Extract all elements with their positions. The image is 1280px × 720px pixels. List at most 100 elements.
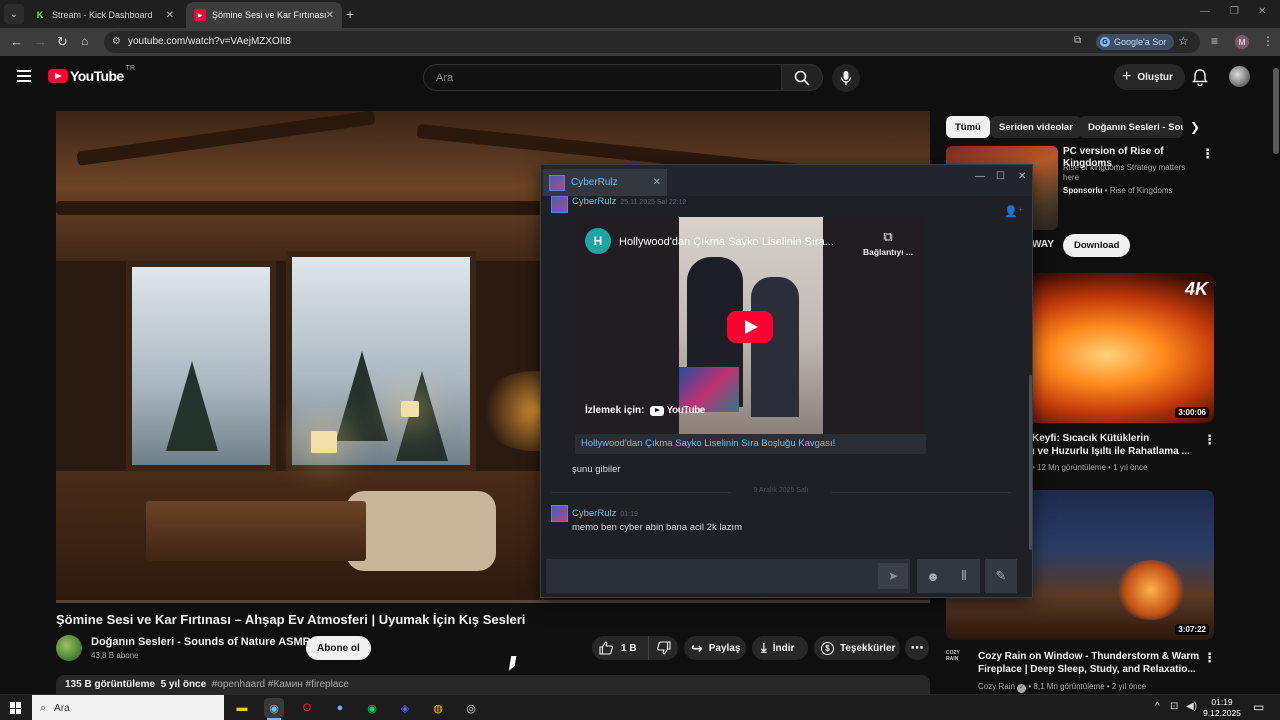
tab-search-button[interactable]: ⌄ bbox=[4, 4, 24, 24]
youtube-embed[interactable]: H Hollywood'dan Çıkma Sayko Liselinin Sı… bbox=[575, 217, 926, 454]
close-chat-tab-icon[interactable]: ✕ bbox=[653, 177, 661, 188]
taskbar-search[interactable]: ⌕ Ara bbox=[32, 695, 224, 720]
taskbar-clock[interactable]: 01:19 9.12.2025 bbox=[1198, 697, 1246, 719]
emoticon-icon[interactable]: ☻ bbox=[917, 559, 949, 593]
notifications-bell-icon[interactable] bbox=[1192, 68, 1208, 91]
profile-avatar[interactable]: M bbox=[1235, 35, 1249, 49]
channel-avatar[interactable] bbox=[56, 635, 82, 661]
close-tab-icon[interactable]: ✕ bbox=[166, 10, 174, 21]
google-lens-icon: G bbox=[1100, 37, 1110, 47]
chip-all[interactable]: Tümü bbox=[946, 116, 990, 138]
download-button[interactable]: ⤓ İndir bbox=[752, 636, 808, 660]
thanks-button[interactable]: $ Teşekkürler bbox=[814, 636, 900, 660]
scene-lamp bbox=[311, 431, 337, 453]
close-window-icon[interactable]: ✕ bbox=[1258, 6, 1266, 17]
voice-search-button[interactable] bbox=[832, 64, 860, 92]
page-scrollbar[interactable] bbox=[1272, 56, 1280, 694]
embed-play-icon[interactable] bbox=[727, 311, 773, 343]
opera-icon[interactable]: O bbox=[297, 698, 317, 718]
copy-link-button[interactable]: ⧉ Bağlantıyı ... bbox=[853, 229, 923, 257]
steam-chat-tab[interactable]: CyberRulz ✕ bbox=[543, 169, 667, 196]
more-actions-icon[interactable]: ⋯ bbox=[905, 636, 929, 660]
share-button[interactable]: ↪ Paylaş bbox=[684, 636, 746, 660]
chip-channel[interactable]: Doğanın Sesleri - Sou bbox=[1079, 116, 1183, 138]
channel-name[interactable]: Doğanın Sesleri - Sounds of Nature ASMR bbox=[91, 636, 311, 648]
chevron-right-icon[interactable]: ❯ bbox=[1190, 120, 1200, 134]
video-menu-icon[interactable]: ⋮ bbox=[1203, 432, 1216, 448]
sidebar-video-channel[interactable]: Cozy Rain bbox=[978, 682, 1015, 691]
steam-titlebar[interactable]: CyberRulz ✕ — ☐ ✕ bbox=[541, 165, 1032, 196]
google-ask-button[interactable]: G Google'a Sor bbox=[1096, 34, 1175, 50]
minimize-icon[interactable]: — bbox=[1200, 6, 1210, 17]
embed-channel-avatar[interactable]: H bbox=[585, 228, 611, 254]
steam-maximize-icon[interactable]: ☐ bbox=[996, 171, 1005, 182]
youtube-logo[interactable]: YouTube TR bbox=[48, 65, 135, 84]
date-divider: 9 Aralık 2025 Salı bbox=[551, 487, 1011, 494]
description-box[interactable]: 135 B görüntüleme 5 yıl önce #openhaard … bbox=[56, 675, 930, 695]
dislike-button[interactable] bbox=[648, 636, 678, 660]
sidebar-video-title[interactable]: Cozy Rain on Window - Thunderstorm & War… bbox=[978, 650, 1200, 676]
notification-center-icon[interactable]: ▭ bbox=[1253, 700, 1264, 714]
tray-overflow-icon[interactable]: ^ bbox=[1155, 701, 1160, 712]
discord-icon[interactable]: ◈ bbox=[395, 698, 415, 718]
search-button[interactable] bbox=[781, 64, 823, 91]
steam-close-icon[interactable]: ✕ bbox=[1018, 171, 1026, 182]
forward-icon[interactable]: → bbox=[34, 34, 47, 49]
bookmark-star-icon[interactable]: ☆ bbox=[1178, 34, 1189, 48]
sidebar-video-title[interactable]: Keyfi: Sıcacık Kütüklerin ı ve Huzurlu I… bbox=[1032, 432, 1197, 458]
app-icon[interactable]: ● bbox=[330, 698, 350, 718]
search-box bbox=[423, 64, 782, 91]
new-tab-icon[interactable]: + bbox=[346, 6, 354, 22]
send-icon[interactable]: ➤ bbox=[878, 563, 908, 589]
volume-icon[interactable]: ◀) bbox=[1186, 701, 1197, 712]
reading-list-icon[interactable]: ≡ bbox=[1211, 34, 1218, 48]
chat-scrollbar[interactable] bbox=[1029, 375, 1032, 550]
windows-start-icon[interactable] bbox=[10, 702, 22, 714]
embed-video-title[interactable]: Hollywood'dan Çıkma Sayko Liselinin Sıra… bbox=[619, 236, 859, 248]
embed-link[interactable]: Hollywood'dan Çıkma Sayko Liselinin Sıra… bbox=[581, 438, 835, 449]
browser-tab-youtube[interactable]: ▶ Şömine Sesi ve Kar Fırtınası – Ahşap E… bbox=[186, 2, 342, 28]
message-author-name: CyberRulz bbox=[572, 196, 617, 207]
menu-dots-icon[interactable]: ⋮ bbox=[1262, 34, 1274, 48]
message-avatar[interactable] bbox=[551, 505, 568, 522]
create-button[interactable]: + Oluştur bbox=[1114, 64, 1185, 90]
hashtags[interactable]: #openhaard #Камин #fireplace bbox=[212, 679, 349, 690]
address-bar[interactable]: ⚙ youtube.com/watch?v=VAejMZXOIt8 ⧉ G Go… bbox=[104, 31, 1200, 53]
video-progress-bar[interactable] bbox=[56, 600, 930, 603]
like-button[interactable]: 1 B bbox=[592, 636, 648, 660]
ad-download-button[interactable]: Download bbox=[1063, 234, 1131, 257]
embed-video-preview[interactable]: H Hollywood'dan Çıkma Sayko Liselinin Sı… bbox=[575, 217, 926, 434]
chat-message-input[interactable] bbox=[546, 559, 910, 593]
account-avatar[interactable] bbox=[1229, 66, 1250, 87]
steam-icon[interactable]: ◉ bbox=[264, 698, 284, 720]
sidebar-video-meta: Cozy Rain ✓ • 8,1 Mn görüntüleme • 2 yıl… bbox=[978, 682, 1147, 693]
site-info-icon[interactable]: ⚙ bbox=[112, 36, 121, 47]
ad-menu-icon[interactable]: ⋮ bbox=[1201, 146, 1214, 162]
add-friend-icon[interactable]: 👤⁺ bbox=[1004, 205, 1024, 218]
spotify-icon[interactable]: ◉ bbox=[362, 698, 382, 718]
voice-chat-icon[interactable]: ✎ bbox=[985, 559, 1017, 593]
back-icon[interactable]: ← bbox=[10, 34, 23, 49]
reload-icon[interactable]: ↻ bbox=[57, 34, 68, 50]
attachment-icon[interactable]: ⫴ bbox=[948, 559, 980, 593]
install-icon[interactable]: ⧉ bbox=[1074, 35, 1081, 46]
steam-minimize-icon[interactable]: — bbox=[975, 171, 985, 182]
message-author[interactable]: CyberRulz 01:19 bbox=[572, 508, 638, 519]
message-avatar[interactable] bbox=[551, 196, 568, 213]
restore-icon[interactable]: ❐ bbox=[1230, 6, 1239, 17]
obs-icon[interactable]: ◎ bbox=[461, 698, 481, 718]
chrome-icon[interactable]: ◍ bbox=[428, 698, 448, 718]
chip-series[interactable]: Seriden videolar bbox=[990, 116, 1082, 138]
browser-tab-kick[interactable]: K Stream - Kick Dashboard ✕ bbox=[26, 2, 182, 28]
video-menu-icon[interactable]: ⋮ bbox=[1203, 650, 1216, 666]
message-timestamp: 25.11.2025 Sal 22:12 bbox=[620, 199, 687, 206]
message-author[interactable]: CyberRulz 25.11.2025 Sal 22:12 bbox=[572, 196, 686, 207]
hamburger-menu-icon[interactable] bbox=[17, 70, 31, 85]
file-explorer-icon[interactable]: ▬ bbox=[232, 698, 252, 718]
subscribe-button[interactable]: Abone ol bbox=[306, 636, 371, 660]
watch-on-youtube[interactable]: İzlemek için: YouTube bbox=[585, 405, 705, 416]
network-icon[interactable]: ⊡ bbox=[1170, 701, 1178, 712]
close-tab-icon[interactable]: ✕ bbox=[326, 10, 334, 21]
home-icon[interactable]: ⌂ bbox=[81, 34, 88, 48]
search-input[interactable] bbox=[424, 65, 781, 90]
